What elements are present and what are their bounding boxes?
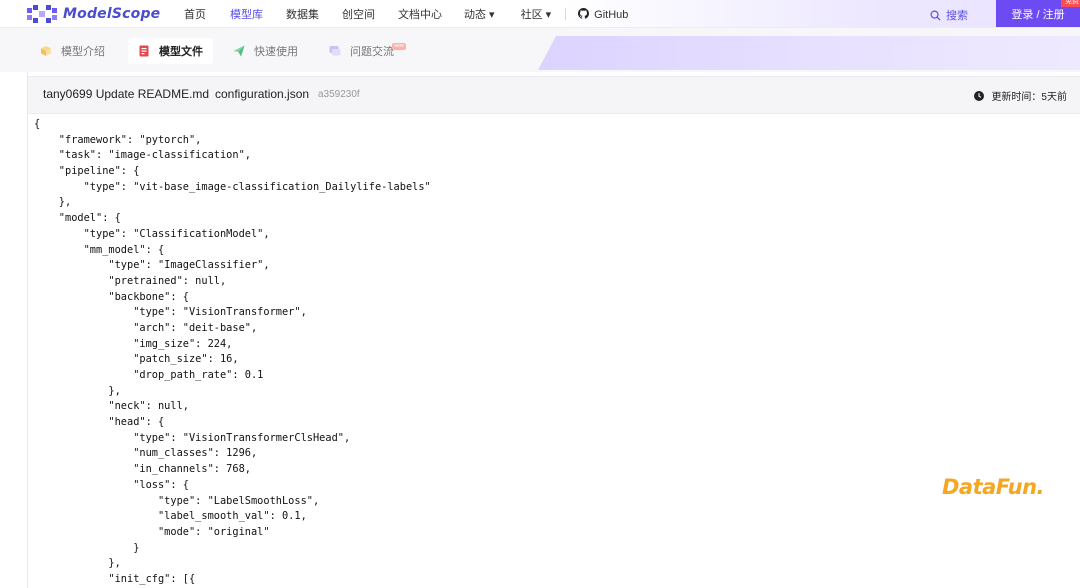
commit-message: tany0699 Update README.md (43, 87, 210, 101)
nav-community[interactable]: 社区 ▾ (521, 6, 552, 22)
search-icon (930, 10, 941, 21)
code-line: "in_channels": 768, (34, 463, 251, 476)
code-line: }, (34, 384, 121, 397)
code-line: "loss": { (34, 478, 189, 491)
login-label: 登录 / 注册 (1011, 8, 1065, 21)
code-line: "type": "VisionTransformer", (34, 306, 307, 319)
code-line: "type": "LabelSmoothLoss", (34, 494, 320, 507)
tab-model-files[interactable]: 模型文件 (128, 38, 213, 64)
code-line: "type": "ClassificationModel", (34, 227, 270, 240)
box-icon (41, 46, 51, 56)
code-line: "model": { (34, 212, 121, 225)
code-line: "drop_path_rate": 0.1 (34, 369, 264, 381)
code-line: "init_cfg": [{ (34, 572, 196, 585)
code-line: } (34, 541, 140, 554)
code-line: "patch_size": 16, (34, 353, 239, 366)
file-name: configuration.json (215, 87, 310, 101)
nav-github[interactable]: GitHub (578, 7, 629, 21)
chat-icon (329, 46, 341, 56)
code-line: }, (34, 557, 121, 570)
code-line: "backbone": { (34, 290, 189, 303)
datafun-watermark: DataFun. (942, 475, 1045, 499)
nav-docs[interactable]: 文档中心 (398, 6, 442, 22)
file-viewer: tany0699 Update README.md configuration.… (27, 72, 1080, 588)
new-badge: new (392, 43, 406, 50)
free-badge: 免费 (1061, 0, 1080, 7)
commit-hash[interactable]: a359230f (318, 89, 360, 100)
code-line: "type": "ImageClassifier", (34, 259, 270, 272)
update-time: 更新时间：5天前 (974, 88, 1067, 103)
code-line: "arch": "deit-base", (34, 321, 258, 334)
search-label: 搜索 (946, 10, 968, 22)
code-line: "task": "image-classification", (34, 149, 251, 162)
nav-studios[interactable]: 创空间 (342, 6, 375, 22)
tab-discussion[interactable]: 问题交流 (329, 38, 394, 64)
code-line: "type": "vit-base_image-classification_D… (34, 180, 431, 193)
code-line: "pipeline": { (34, 165, 140, 178)
code-line: "framework": "pytorch", (34, 133, 202, 146)
code-line: "mode": "original" (34, 525, 270, 538)
tab-label: 模型介绍 (61, 46, 105, 58)
update-time-label: 更新时间：5天前 (991, 92, 1067, 103)
send-icon (233, 45, 245, 57)
top-navbar: ModelScope 首页 模型库 数据集 创空间 文档中心 动态 ▾ 社区 ▾… (0, 0, 1080, 28)
modelscope-logo-icon (27, 5, 57, 23)
github-icon (578, 7, 590, 19)
clock-icon (974, 90, 985, 101)
tab-label: 问题交流 (350, 46, 394, 58)
search-button[interactable]: 搜索 (930, 7, 968, 23)
file-info-bar: tany0699 Update README.md configuration.… (28, 76, 1080, 114)
nav-activity[interactable]: 动态 ▾ (464, 6, 495, 22)
code-line: "label_smooth_val": 0.1, (34, 510, 307, 523)
code-line: "type": "VisionTransformerClsHead", (34, 431, 351, 444)
github-label: GitHub (594, 8, 629, 21)
tab-model-intro[interactable]: 模型介绍 (40, 38, 105, 64)
code-line: "neck": null, (34, 400, 189, 413)
main-nav: 首页 模型库 数据集 创空间 文档中心 动态 ▾ 社区 ▾ GitHub (184, 0, 628, 28)
code-viewer[interactable]: { "framework": "pytorch", "task": "image… (34, 117, 1074, 587)
code-line: "num_classes": 1296, (34, 447, 258, 460)
code-line: { (34, 118, 41, 130)
code-line: "mm_model": { (34, 243, 165, 256)
code-line: "img_size": 224, (34, 337, 233, 350)
nav-datasets[interactable]: 数据集 (286, 6, 319, 22)
code-line: }, (34, 196, 72, 209)
nav-divider (565, 8, 567, 20)
tab-quick-start[interactable]: 快速使用 (233, 38, 298, 64)
model-tabs-bar: 模型介绍 模型文件 快速使用 问题交流 new (0, 28, 1080, 72)
file-icon (139, 45, 149, 57)
code-line: "head": { (34, 416, 165, 429)
logo-text: ModelScope (63, 6, 161, 22)
watermark-text: DataFun. (942, 475, 1045, 499)
header-decoration (538, 36, 1080, 70)
modelscope-logo[interactable]: ModelScope (27, 5, 160, 23)
nav-home[interactable]: 首页 (184, 6, 206, 22)
nav-models[interactable]: 模型库 (230, 6, 263, 22)
code-line: "pretrained": null, (34, 274, 227, 287)
tab-label: 模型文件 (159, 46, 203, 58)
tab-label: 快速使用 (254, 46, 298, 58)
